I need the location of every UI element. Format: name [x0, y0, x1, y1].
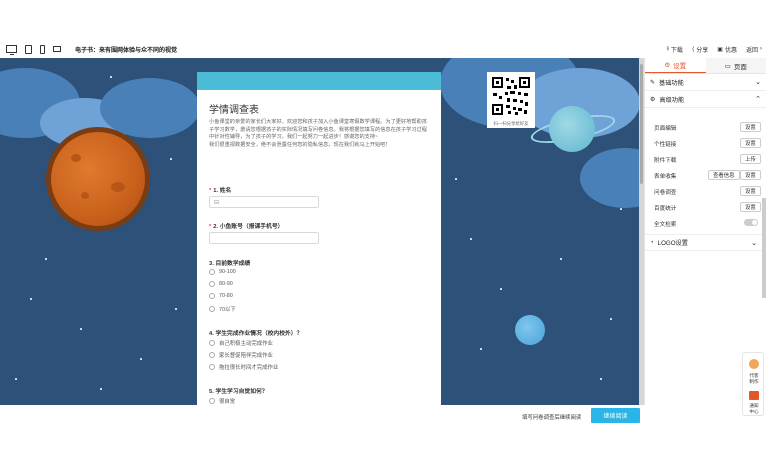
chevron-up-icon: ⌃: [755, 96, 761, 103]
qr-code: 扫一扫分享给好友: [487, 72, 535, 128]
question-5: 5. 学生学习自觉如何？: [209, 389, 268, 395]
top-actions: ⭳ 下载 ⟨ 分享 ▣ 优惠 返回 ›: [667, 40, 762, 58]
qr-code-icon: [491, 76, 531, 116]
back-icon: ›: [760, 46, 762, 52]
mars-planet-image: [46, 127, 150, 231]
row-page-edit-label: 页面编辑: [654, 126, 677, 132]
row-custom-link-label: 个性链接: [654, 142, 677, 148]
share-button[interactable]: ⟨ 分享: [692, 45, 708, 54]
notification-icon: [749, 391, 759, 400]
user-icon: ⊟: [214, 200, 220, 206]
gear-icon: ⚙: [664, 62, 671, 69]
radio-icon: [209, 281, 215, 287]
form-collect-settings-button[interactable]: 设置: [740, 170, 761, 180]
document-title: 电子书：来有围网体验与众不同的视觉: [75, 47, 178, 54]
row-baidu-label: 百度统计: [654, 206, 677, 212]
page-icon: ▭: [724, 62, 731, 70]
question-2: * 2. 小鱼账号（报课手机号）: [209, 224, 284, 230]
bottom-bar: 填写问卷调查后继续阅读 继续阅读: [0, 405, 766, 427]
desktop-view-icon[interactable]: [6, 45, 17, 55]
name-input[interactable]: ⊟: [209, 196, 319, 208]
phone-view-icon[interactable]: [40, 44, 45, 54]
baidu-settings-button[interactable]: 设置: [740, 202, 761, 212]
radio-icon: [209, 306, 215, 312]
continue-hint: 填写问卷调查后继续阅读: [522, 415, 582, 421]
radio-option[interactable]: 自己积极主动完成作业: [209, 339, 273, 347]
radio-option[interactable]: 很自觉: [209, 397, 235, 405]
section-logo[interactable]: ◔ LOGO设置 ⌄: [645, 234, 762, 251]
download-button[interactable]: ⭳ 下载: [667, 44, 683, 54]
logo-icon: ◔: [650, 239, 654, 246]
blue-planet-image: [515, 315, 545, 345]
chevron-down-icon: ⌄: [751, 239, 757, 247]
question-3: 3. 目前数学成绩: [209, 261, 251, 267]
radio-icon: [209, 398, 215, 404]
tablet-view-icon[interactable]: [25, 44, 32, 54]
radio-icon: [209, 293, 215, 299]
share-icon: ⟨: [691, 46, 695, 53]
radio-option[interactable]: 70以下: [209, 305, 236, 313]
question-4: 4. 学生完成作业情况（校内校外）？: [209, 331, 303, 337]
chevron-down-icon: ⌄: [755, 79, 761, 86]
row-attachment-label: 附件下载: [654, 158, 677, 164]
tab-settings[interactable]: ⚙ 设置: [645, 58, 706, 73]
radio-option[interactable]: 拖拉很长时间才完成作业: [209, 363, 278, 371]
service-avatar-icon: [749, 359, 759, 369]
back-button[interactable]: 返回 ›: [746, 45, 762, 54]
tab-page[interactable]: ▭ 页面: [705, 58, 766, 73]
panel-tabs: ⚙ 设置 ▭ 页面: [645, 58, 766, 74]
qr-caption: 扫一扫分享给好友: [493, 121, 529, 126]
radio-icon: [209, 340, 215, 346]
cart-icon: ▣: [717, 46, 723, 53]
radio-option[interactable]: 家长督促陪伴完成作业: [209, 351, 273, 359]
survey-settings-button[interactable]: 设置: [740, 186, 761, 196]
radio-option[interactable]: 90-100: [209, 269, 236, 275]
continue-reading-button[interactable]: 继续阅读: [591, 408, 640, 423]
panel-scrollbar[interactable]: [762, 198, 766, 298]
radio-icon: [209, 352, 215, 358]
row-form-collect-label: 表单收集: [654, 174, 677, 180]
account-input[interactable]: [209, 232, 319, 244]
custom-make-label: 代客 制作: [749, 373, 759, 384]
pen-icon: ✎: [650, 79, 656, 86]
section-advanced[interactable]: ⚙ 高级功能 ⌃: [645, 91, 766, 108]
custom-link-settings-button[interactable]: 设置: [740, 138, 761, 148]
row-survey-label: 问卷调查: [654, 190, 677, 196]
radio-option[interactable]: 70-80: [209, 293, 233, 299]
question-1: * 1. 姓名: [209, 188, 232, 194]
radio-icon: [209, 269, 215, 275]
cloud-right-bottom: [580, 148, 644, 208]
radio-option[interactable]: 80-90: [209, 281, 233, 287]
device-switcher: [6, 44, 61, 55]
download-icon: ⭳: [666, 46, 669, 52]
form-intro: 小鱼课堂的亲爱的家长们大家好，欢迎您和孩子加入小鱼课堂寒假数学课程。为了更好地帮…: [209, 119, 427, 148]
attachment-upload-button[interactable]: 上传: [740, 154, 761, 164]
fulltext-toggle[interactable]: [744, 219, 758, 226]
section-basic[interactable]: ✎ 基础功能 ⌄: [645, 74, 766, 91]
saturn-planet-image: [549, 106, 595, 152]
form-header-bar: [197, 72, 441, 90]
radio-icon: [209, 364, 215, 370]
view-info-button[interactable]: 查看信息: [708, 170, 740, 180]
row-fulltext-label: 全文检索: [654, 222, 677, 228]
discount-button[interactable]: ▣ 优惠: [717, 45, 737, 54]
top-toolbar: 电子书：来有围网体验与众不同的视觉 ⭳ 下载 ⟨ 分享 ▣ 优惠 返回 ›: [0, 40, 766, 58]
survey-form: 学情调查表 小鱼课堂的亲爱的家长们大家好，欢迎您和孩子加入小鱼课堂寒假数学课程。…: [197, 72, 441, 405]
settings-icon: ⚙: [650, 96, 656, 103]
form-title: 学情调查表: [209, 105, 259, 116]
page-edit-settings-button[interactable]: 设置: [740, 122, 761, 132]
landscape-view-icon[interactable]: [53, 46, 61, 52]
